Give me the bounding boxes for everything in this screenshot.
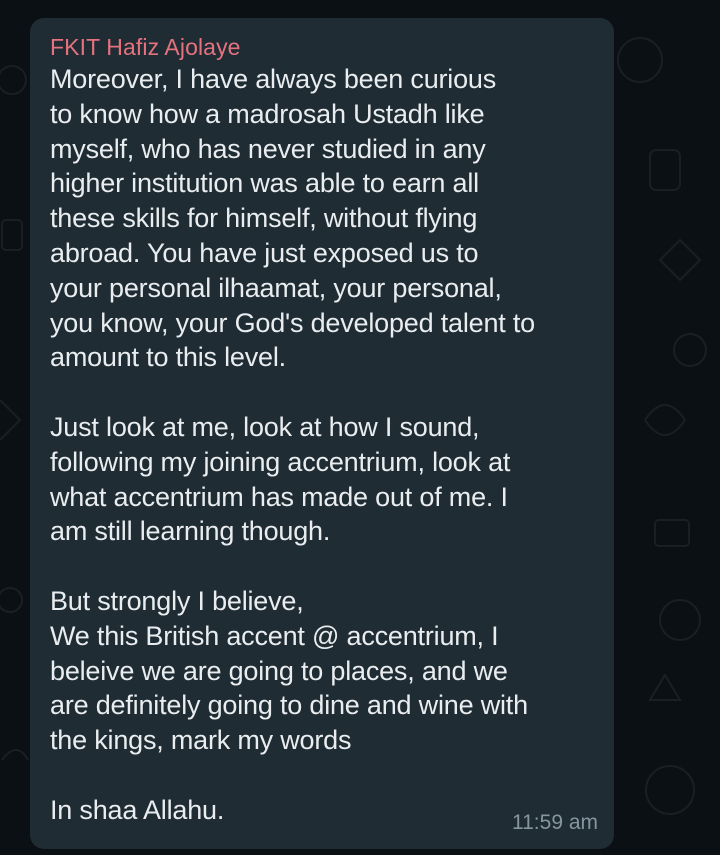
sender-name[interactable]: FKIT Hafiz Ajolaye: [50, 32, 594, 62]
message-timestamp: 11:59 am: [512, 811, 598, 834]
message-bubble[interactable]: FKIT Hafiz Ajolaye Moreover, I have alwa…: [30, 18, 614, 849]
message-paragraph-1: Moreover, I have always been curious to …: [50, 64, 535, 373]
message-paragraph-2: Just look at me, look at how I sound, fo…: [50, 411, 511, 547]
message-paragraph-3: But strongly I believe, We this British …: [50, 585, 528, 756]
